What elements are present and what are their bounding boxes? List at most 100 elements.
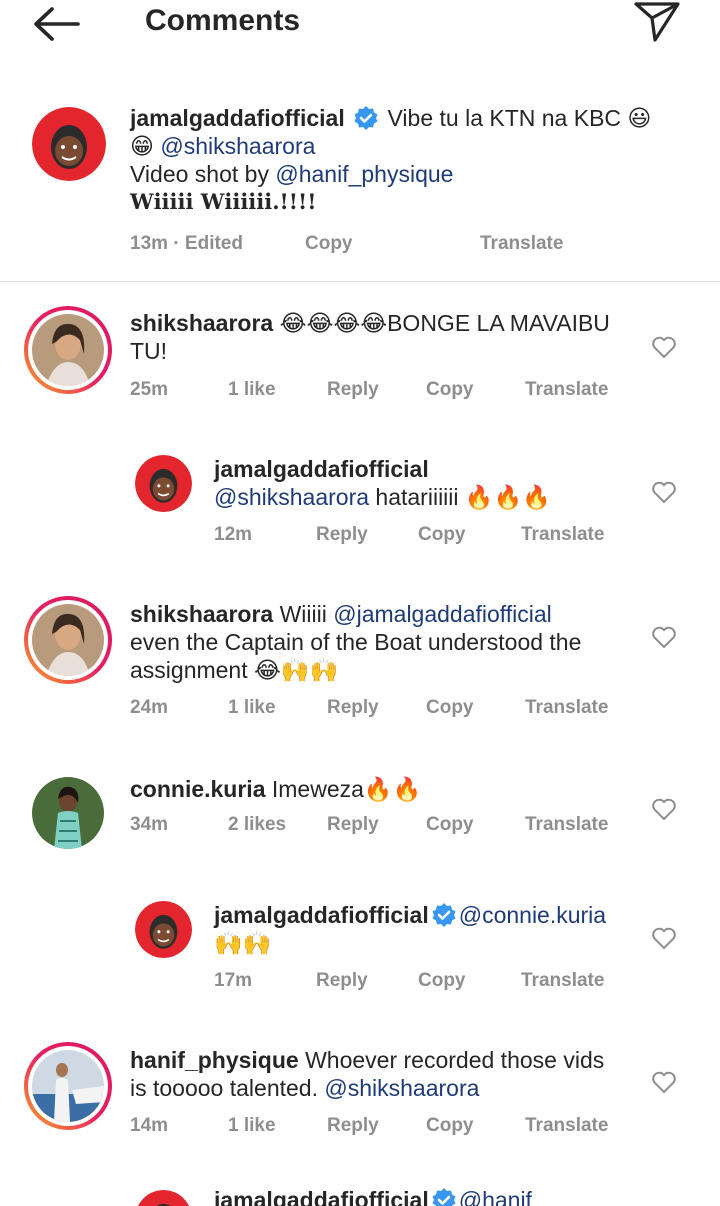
reply-username[interactable]: jamalgaddafiofficial: [214, 1187, 429, 1206]
reply-mention[interactable]: @hanif_: [459, 1187, 545, 1206]
caption-text: jamalgaddafiofficial Vibe tu la KTN na K…: [130, 104, 690, 216]
comment-time: 24m: [130, 697, 169, 718]
back-arrow-icon: [34, 7, 80, 41]
heart-icon: [652, 626, 676, 649]
like-button[interactable]: [651, 480, 677, 504]
comment-body-line3: assignment 😂🙌🙌: [130, 657, 339, 683]
likes-count[interactable]: 1 like: [228, 1113, 276, 1139]
story-ring[interactable]: [24, 306, 112, 394]
reply-text: jamalgaddafiofficial @shikshaarora hatar…: [214, 455, 634, 511]
reply-username[interactable]: jamalgaddafiofficial: [214, 902, 429, 928]
avatar[interactable]: [135, 1190, 192, 1206]
reply-button[interactable]: Reply: [316, 522, 368, 548]
reply-username[interactable]: jamalgaddafiofficial: [214, 456, 429, 482]
story-ring[interactable]: [24, 596, 112, 684]
heart-icon: [652, 927, 676, 950]
like-button[interactable]: [651, 625, 677, 649]
comment-meta: 25m 1 like Reply Copy Translate: [130, 377, 630, 403]
reply-button[interactable]: Reply: [327, 1113, 379, 1139]
heart-icon: [652, 336, 676, 359]
caption-line1: Vibe tu la KTN na KBC 😃: [387, 105, 652, 131]
caption-emoji: 😁: [130, 133, 154, 159]
heart-icon: [652, 798, 676, 821]
comment-mention[interactable]: @shikshaarora: [324, 1075, 479, 1101]
translate-button[interactable]: Translate: [480, 231, 563, 257]
verified-badge-icon: [432, 903, 456, 927]
caption-meta: 13m · Edited Copy Translate: [130, 231, 690, 257]
reply-meta: 12m Reply Copy Translate: [214, 522, 634, 548]
reply-body: hatariiiiii 🔥🔥🔥: [369, 484, 551, 510]
avatar[interactable]: [32, 777, 104, 849]
translate-button[interactable]: Translate: [525, 377, 608, 403]
back-button[interactable]: [30, 4, 82, 44]
verified-badge-icon: [432, 1188, 456, 1206]
copy-button[interactable]: Copy: [426, 812, 474, 838]
reply-mention[interactable]: @shikshaarora: [214, 484, 369, 510]
comment-text: connie.kuria Imeweza🔥🔥: [130, 775, 630, 803]
reply-text: jamalgaddafiofficial @connie.kuria 🙌🙌: [214, 901, 644, 957]
comment-body-line2: TU!: [130, 338, 168, 364]
copy-button[interactable]: Copy: [426, 1113, 474, 1139]
reply-button[interactable]: Reply: [327, 377, 379, 403]
comment-time: 34m: [130, 814, 169, 835]
caption-mention-shikshaarora[interactable]: @shikshaarora: [160, 133, 315, 159]
reply-button[interactable]: Reply: [327, 695, 379, 721]
comment-body-line2: is tooooo talented.: [130, 1075, 325, 1101]
avatar: [32, 604, 104, 676]
comment-body-line2: even the Captain of the Boat understood …: [130, 629, 582, 655]
reply-time: 17m: [214, 970, 253, 991]
caption-line4: 𝐖𝐢𝐢𝐢𝐢𝐢 𝐖𝐢𝐢𝐢𝐢𝐢𝐢.!!!!: [130, 189, 317, 214]
avatar[interactable]: [32, 107, 106, 181]
translate-button[interactable]: Translate: [525, 695, 608, 721]
reply-text: jamalgaddafiofficial @hanif_: [214, 1186, 644, 1206]
comment-mention[interactable]: @jamalgaddafiofficial: [333, 601, 552, 627]
reply-meta: 17m Reply Copy Translate: [214, 968, 634, 994]
reply-time: 12m: [214, 524, 253, 545]
reply-button[interactable]: Reply: [327, 812, 379, 838]
avatar: [32, 1050, 104, 1122]
likes-count[interactable]: 1 like: [228, 695, 276, 721]
avatar[interactable]: [135, 455, 192, 512]
comment-meta: 24m 1 like Reply Copy Translate: [130, 695, 630, 721]
like-button[interactable]: [651, 926, 677, 950]
caption-line3: Video shot by: [130, 161, 276, 187]
avatar[interactable]: [135, 901, 192, 958]
translate-button[interactable]: Translate: [525, 812, 608, 838]
like-button[interactable]: [651, 797, 677, 821]
translate-button[interactable]: Translate: [521, 522, 604, 548]
caption-mention-hanif[interactable]: @hanif_physique: [275, 161, 453, 187]
comment-username[interactable]: shikshaarora: [130, 601, 273, 627]
copy-button[interactable]: Copy: [418, 968, 466, 994]
share-button[interactable]: [628, 0, 684, 44]
copy-button[interactable]: Copy: [418, 522, 466, 548]
caption-username[interactable]: jamalgaddafiofficial: [130, 105, 345, 131]
reply-button[interactable]: Reply: [316, 968, 368, 994]
likes-count[interactable]: 2 likes: [228, 812, 286, 838]
comment-meta: 34m 2 likes Reply Copy Translate: [130, 812, 630, 838]
comment-body: Whoever recorded those vids: [305, 1047, 605, 1073]
translate-button[interactable]: Translate: [525, 1113, 608, 1139]
copy-button[interactable]: Copy: [426, 377, 474, 403]
copy-button[interactable]: Copy: [305, 231, 353, 257]
comment-body: Wiiiii: [279, 601, 334, 627]
heart-icon: [652, 481, 676, 504]
like-button[interactable]: [651, 1070, 677, 1094]
comment-time: 14m: [130, 1115, 169, 1136]
comment-username[interactable]: hanif_physique: [130, 1047, 299, 1073]
likes-count[interactable]: 1 like: [228, 377, 276, 403]
like-button[interactable]: [651, 335, 677, 359]
reply-mention[interactable]: @connie.kuria: [459, 902, 606, 928]
page-title: Comments: [145, 4, 301, 37]
comment-body: Imeweza🔥🔥: [271, 776, 422, 802]
avatar: [32, 314, 104, 386]
story-ring[interactable]: [24, 1042, 112, 1130]
copy-button[interactable]: Copy: [426, 695, 474, 721]
comments-header: Comments: [0, 0, 720, 50]
heart-icon: [652, 1071, 676, 1094]
translate-button[interactable]: Translate: [521, 968, 604, 994]
comment-username[interactable]: shikshaarora: [130, 310, 273, 336]
divider: [0, 281, 720, 282]
comment-body: 😂😂😂😂BONGE LA MAVAIBU: [279, 310, 610, 336]
comment-username[interactable]: connie.kuria: [130, 776, 265, 802]
direct-send-icon: [634, 2, 680, 42]
